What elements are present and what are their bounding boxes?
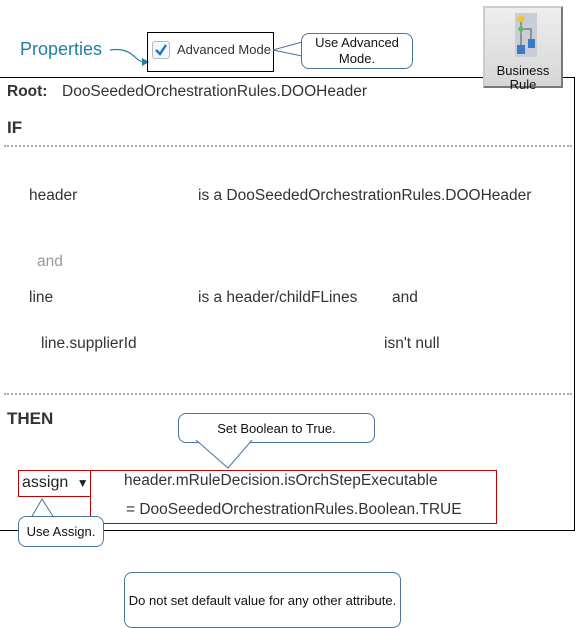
arrow-icon	[109, 48, 149, 66]
assign-value: assign	[22, 474, 69, 491]
then-label: THEN	[7, 409, 54, 428]
advanced-mode-label[interactable]: Advanced Mode	[177, 42, 271, 57]
checkmark-icon	[155, 44, 167, 56]
if-label: IF	[7, 118, 23, 137]
root-label: Root:	[7, 83, 48, 100]
business-rule-label-2: Rule	[509, 77, 537, 92]
business-rule-icon	[515, 13, 537, 57]
callout-assign: Use Assign.	[18, 516, 104, 547]
callout-pointer	[272, 41, 303, 57]
properties-heading: Properties	[20, 39, 103, 59]
condition-2-var[interactable]: line	[29, 289, 53, 307]
business-rule-button[interactable]: Business Rule	[483, 6, 563, 92]
condition-connector[interactable]: and	[37, 253, 63, 271]
callout-advanced-mode: Use Advanced Mode.	[301, 33, 413, 69]
condition-1-var[interactable]: header	[29, 187, 77, 205]
then-divider	[4, 393, 572, 395]
condition-1-op[interactable]: is a DooSeededOrchestrationRules.DOOHead…	[198, 187, 531, 205]
callout-pointer	[195, 440, 253, 469]
if-divider	[4, 145, 572, 147]
root-value: DooSeededOrchestrationRules.DOOHeader	[62, 83, 367, 100]
callout-default-value: Do not set default value for any other a…	[124, 572, 401, 628]
condition-2-and[interactable]: and	[392, 289, 418, 307]
assign-value-expression[interactable]: = DooSeededOrchestrationRules.Boolean.TR…	[126, 501, 462, 519]
assign-dropdown[interactable]: assign ▼	[18, 470, 91, 497]
business-rule-label-1: Business	[496, 63, 550, 78]
dropdown-arrow-icon: ▼	[76, 476, 89, 490]
assign-target[interactable]: header.mRuleDecision.isOrchStepExecutabl…	[124, 472, 438, 490]
condition-2-op[interactable]: is a header/childFLines	[198, 289, 357, 307]
condition-3-var[interactable]: line.supplierId	[41, 335, 137, 353]
advanced-mode-checkbox[interactable]	[152, 41, 170, 59]
callout-boolean: Set Boolean to True.	[178, 413, 375, 443]
condition-3-op[interactable]: isn't null	[384, 335, 440, 353]
panel-right-border	[574, 77, 575, 530]
